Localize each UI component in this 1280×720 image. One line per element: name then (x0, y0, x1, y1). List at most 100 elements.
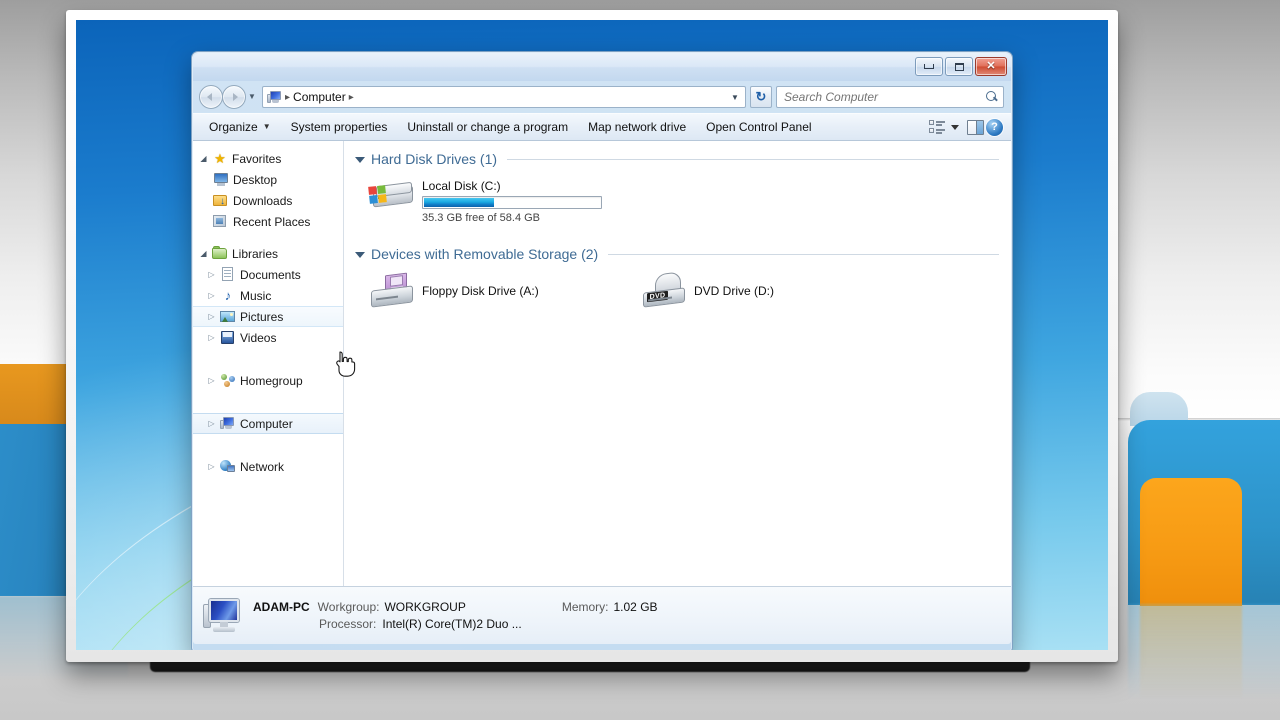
expand-triangle-icon[interactable]: ▷ (207, 333, 216, 342)
sidebar-group-libraries[interactable]: ◢ Libraries (193, 243, 343, 264)
drive-name-dvd-d: DVD Drive (D:) (694, 284, 774, 298)
sidebar-item-network[interactable]: ▷ Network (193, 456, 343, 477)
processor-label: Processor: (319, 617, 377, 631)
content-pane: Hard Disk Drives (1) Local Disk (C:) 35.… (344, 141, 1011, 586)
change-view-caret-icon[interactable] (951, 124, 959, 130)
sidebar-item-documents[interactable]: ▷ Documents (193, 264, 343, 285)
sidebar-item-label-documents: Documents (240, 267, 301, 282)
drive-item-local-disk-c[interactable]: Local Disk (C:) 35.3 GB free of 58.4 GB (368, 177, 602, 224)
drive-item-floppy-a[interactable]: Floppy Disk Drive (A:) (369, 272, 641, 310)
monitor-bezel: ✕ ▼ ▸ Computer ▸ ▼ ↻ Search Computer Org… (66, 10, 1118, 662)
libraries-icon (212, 246, 228, 261)
uninstall-or-change-program-button[interactable]: Uninstall or change a program (397, 116, 578, 138)
close-icon: ✕ (986, 60, 996, 72)
downloads-icon: ↓ (213, 193, 229, 208)
star-icon: ★ (214, 151, 226, 166)
collapse-triangle-icon[interactable] (355, 157, 365, 163)
change-view-icon[interactable] (929, 119, 947, 135)
breadcrumb-item-computer[interactable]: Computer (293, 90, 346, 104)
close-button[interactable]: ✕ (975, 57, 1007, 76)
section-header-hard-disk-drives[interactable]: Hard Disk Drives (1) (355, 151, 999, 167)
breadcrumb-separator-trailing[interactable]: ▸ (349, 92, 354, 103)
drive-name-local-disk-c: Local Disk (C:) (422, 179, 501, 193)
back-button[interactable] (199, 85, 223, 109)
search-icon[interactable] (986, 90, 999, 104)
capacity-bar-fill (424, 198, 495, 207)
pictures-icon (220, 309, 236, 324)
sidebar-item-downloads[interactable]: ↓ Downloads (193, 190, 343, 211)
dvd-drive-icon: DVD (641, 271, 687, 310)
sidebar-item-homegroup[interactable]: ▷ Homegroup (193, 370, 343, 391)
sidebar-item-music[interactable]: ▷ ♪ Music (193, 285, 343, 306)
command-toolbar: Organize ▼ System properties Uninstall o… (193, 113, 1011, 141)
address-bar: ▼ ▸ Computer ▸ ▼ ↻ (193, 81, 1011, 113)
sidebar-item-label-music: Music (240, 288, 272, 303)
expand-triangle-icon[interactable]: ◢ (199, 154, 208, 163)
chevron-down-icon: ▼ (262, 122, 271, 131)
sidebar-item-label-recent-places: Recent Places (233, 214, 311, 229)
section-divider (608, 253, 999, 255)
sidebar-item-desktop[interactable]: Desktop (193, 169, 343, 190)
open-control-panel-button[interactable]: Open Control Panel (696, 116, 821, 138)
sidebar-item-recent-places[interactable]: Recent Places (193, 211, 343, 232)
search-box[interactable] (776, 86, 1004, 108)
expand-triangle-icon[interactable]: ▷ (207, 270, 216, 279)
decor-orange-block-right (1140, 478, 1242, 606)
status-line-primary: ADAM-PC Workgroup: WORKGROUP Memory: 1.0… (253, 600, 1001, 614)
expand-triangle-icon[interactable]: ◢ (199, 249, 208, 258)
expand-triangle-icon[interactable]: ▷ (207, 312, 216, 321)
desktop-icon (213, 172, 229, 187)
sidebar-item-label-computer: Computer (240, 416, 293, 431)
preview-pane-icon[interactable] (967, 119, 984, 135)
desktop-screen: ✕ ▼ ▸ Computer ▸ ▼ ↻ Search Computer Org… (76, 20, 1108, 650)
decor-orange-block-right-reflection (1140, 604, 1242, 700)
expand-triangle-icon[interactable]: ▷ (207, 462, 216, 471)
music-icon: ♪ (224, 288, 232, 303)
sidebar-group-favorites[interactable]: ◢ ★ Favorites (193, 148, 343, 169)
workgroup-value: WORKGROUP (384, 600, 466, 614)
sidebar-item-computer[interactable]: ▷ Computer (193, 413, 343, 434)
search-input[interactable] (784, 90, 986, 104)
navigation-buttons: ▼ (199, 85, 258, 109)
sidebar-item-label-downloads: Downloads (233, 193, 293, 208)
sidebar-item-pictures[interactable]: ▷ Pictures (193, 306, 343, 327)
breadcrumb[interactable]: ▸ Computer ▸ ▼ (262, 86, 746, 108)
expand-triangle-icon[interactable]: ▷ (207, 291, 216, 300)
section-divider (507, 158, 999, 160)
system-properties-button[interactable]: System properties (281, 116, 398, 138)
map-network-drive-button[interactable]: Map network drive (578, 116, 696, 138)
expand-triangle-icon[interactable]: ▷ (207, 419, 216, 428)
memory-label: Memory: (561, 600, 609, 614)
title-bar[interactable]: ✕ (193, 53, 1011, 81)
window-body: ◢ ★ Favorites Desktop ↓ Downloads Recent… (193, 141, 1011, 587)
refresh-icon: ↻ (755, 89, 767, 104)
sidebar-item-label-homegroup: Homegroup (240, 373, 303, 388)
drive-free-space-local-disk-c: 35.3 GB free of 58.4 GB (422, 212, 541, 224)
explorer-window: ✕ ▼ ▸ Computer ▸ ▼ ↻ Search Computer Org… (191, 51, 1013, 650)
collapse-triangle-icon[interactable] (355, 252, 365, 258)
videos-icon (220, 330, 236, 345)
forward-button[interactable] (222, 85, 246, 109)
sidebar-item-label-desktop: Desktop (233, 172, 278, 187)
drive-name-floppy-a: Floppy Disk Drive (A:) (422, 284, 539, 298)
status-bar: ADAM-PC Workgroup: WORKGROUP Memory: 1.0… (193, 587, 1011, 644)
organize-button[interactable]: Organize ▼ (199, 116, 281, 138)
navigation-pane: ◢ ★ Favorites Desktop ↓ Downloads Recent… (193, 141, 344, 586)
help-icon[interactable]: ? (986, 118, 1003, 136)
drive-item-dvd-d[interactable]: DVD DVD Drive (D:) (641, 271, 913, 310)
maximize-button[interactable] (945, 57, 973, 76)
floppy-drive-icon (369, 272, 415, 310)
breadcrumb-separator-leading: ▸ (285, 91, 291, 103)
section-header-removable-storage[interactable]: Devices with Removable Storage (2) (355, 246, 999, 262)
minimize-button[interactable] (915, 57, 943, 76)
expand-triangle-icon[interactable]: ▷ (207, 376, 216, 385)
memory-value: 1.02 GB (613, 600, 658, 614)
sidebar-item-videos[interactable]: ▷ Videos (193, 327, 343, 348)
homegroup-icon (220, 373, 236, 388)
minimize-icon (924, 64, 934, 69)
breadcrumb-dropdown-caret-icon[interactable]: ▼ (727, 93, 743, 102)
recent-pages-caret-icon[interactable]: ▼ (246, 85, 258, 109)
refresh-button[interactable]: ↻ (750, 86, 772, 108)
